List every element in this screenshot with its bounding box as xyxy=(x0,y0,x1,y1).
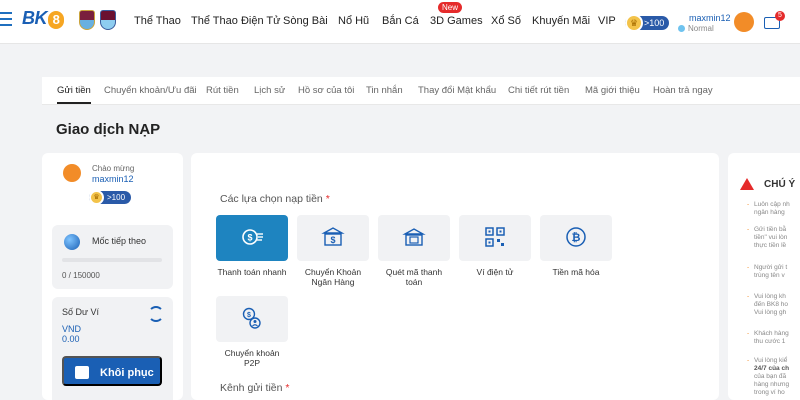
qr-wallet-icon xyxy=(485,227,505,247)
restore-button[interactable]: Khôi phục xyxy=(62,356,162,386)
crown-icon: ♛ xyxy=(89,190,104,205)
tab-messages[interactable]: Tin nhắn xyxy=(366,85,403,96)
nav-vip[interactable]: VIP xyxy=(598,15,616,27)
top-navbar: BK 8 Thể Thao Thể Thao Điện Tử Sòng Bài N… xyxy=(0,0,800,44)
method-e-wallet[interactable]: Ví điện tử xyxy=(459,215,531,277)
user-avatar-icon[interactable] xyxy=(734,12,754,32)
milestone-progress-bar xyxy=(62,258,162,262)
svg-text:$: $ xyxy=(247,312,251,319)
svg-text:$: $ xyxy=(247,233,252,243)
status-dot-icon xyxy=(678,25,685,32)
svg-text:$: $ xyxy=(330,235,335,245)
notice-item: Gửi tiền bằtiền" vui lònthực tiền lề xyxy=(747,226,800,250)
nav-slots[interactable]: Nổ Hũ xyxy=(338,15,369,27)
method-bank-transfer[interactable]: $ Chuyển Khoản Ngân Hàng xyxy=(297,215,369,287)
bitcoin-icon: ₿ xyxy=(566,227,586,247)
tab-instant-rebate[interactable]: Hoàn trả ngay xyxy=(653,85,713,96)
brand-logo[interactable]: BK 8 xyxy=(22,8,64,29)
nav-promotions[interactable]: Khuyến Mãi xyxy=(532,15,590,27)
tab-withdraw[interactable]: Rút tiền xyxy=(206,85,239,96)
vip-level-chip[interactable]: ♛ >100 xyxy=(89,190,131,205)
nav-esports[interactable]: Thể Thao Điện Tử xyxy=(191,15,281,27)
header-user-level: Normal xyxy=(678,24,714,33)
method-p2p-transfer[interactable]: $ Chuyển khoản P2P xyxy=(216,296,288,368)
user-avatar-icon xyxy=(63,164,81,182)
notice-title: CHÚ Ý xyxy=(764,179,796,190)
globe-icon xyxy=(64,234,80,250)
crown-icon: ♛ xyxy=(625,14,643,32)
svg-text:₿: ₿ xyxy=(572,232,581,244)
nav-fishing[interactable]: Bắn Cá xyxy=(382,15,419,27)
sidebar-username: maxmin12 xyxy=(92,174,134,184)
wallet-amount: 0.00 xyxy=(62,334,80,344)
welcome-label: Chào mừng xyxy=(92,164,135,173)
nav-3d-games[interactable]: 3D Games xyxy=(430,15,483,27)
tab-history[interactable]: Lịch sử xyxy=(254,85,285,96)
wallet-currency: VND xyxy=(62,324,82,334)
header-username[interactable]: maxmin12 xyxy=(689,13,731,23)
club-crest-icon xyxy=(79,10,95,30)
bank-transfer-icon: $ xyxy=(321,227,345,246)
wallet-card: Số Dư Ví VND 0.00 Khôi phục xyxy=(52,297,173,400)
method-scan-pay[interactable]: Quét mã thanh toán xyxy=(378,215,450,287)
club-crest-icon xyxy=(100,10,116,30)
method-crypto[interactable]: ₿ Tiền mã hóa xyxy=(540,215,612,277)
mail-count-badge: 5 xyxy=(775,11,785,21)
notice-item: Vui lòng kiể24/7 của chcủa bạn đãhàng nh… xyxy=(747,357,800,397)
nav-sports[interactable]: Thể Thao xyxy=(134,15,181,27)
wallet-label: Số Dư Ví xyxy=(62,307,100,317)
method-fast-pay[interactable]: $ Thanh toán nhanh xyxy=(216,215,288,277)
deposit-options-title: Các lựa chọn nạp tiền * xyxy=(220,193,330,205)
account-tabs: Gửi tiền Chuyển khoản/Ưu đãi Rút tiền Lị… xyxy=(42,77,800,105)
page-title: Giao dịch NẠP xyxy=(56,121,161,138)
notice-item: Khách hàngthu cước 1 xyxy=(747,330,800,346)
notice-item: Luôn cập nhngân hàng xyxy=(747,201,800,217)
vip-level-chip[interactable]: ♛ >100 xyxy=(625,14,669,32)
warning-icon xyxy=(740,178,754,190)
tab-my-profile[interactable]: Hồ sơ của tôi xyxy=(298,85,354,96)
milestone-card: Mốc tiếp theo 0 / 150000 xyxy=(52,225,173,289)
wallet-icon xyxy=(75,366,89,379)
deposit-panel: Các lựa chọn nạp tiền * $ Thanh toán nha… xyxy=(191,153,719,400)
milestone-value: 0 / 150000 xyxy=(62,271,100,280)
milestone-label: Mốc tiếp theo xyxy=(92,236,147,246)
p2p-transfer-icon: $ xyxy=(242,307,261,329)
notice-item: Vui lòng khđến BK8 hoVui lòng gh xyxy=(747,293,800,317)
tab-referral-code[interactable]: Mã giới thiệu xyxy=(585,85,640,96)
tab-transfer-promo[interactable]: Chuyển khoản/Ưu đãi xyxy=(104,85,197,96)
tab-deposit[interactable]: Gửi tiền xyxy=(57,85,91,104)
deposit-channel-title: Kênh gửi tiền * xyxy=(220,382,290,394)
notice-item: Người gửi ttrùng tên v xyxy=(747,264,800,280)
tab-withdraw-details[interactable]: Chi tiết rút tiền xyxy=(508,85,569,96)
notice-panel: CHÚ Ý Luôn cập nhngân hàng Gửi tiền bằti… xyxy=(728,153,800,400)
scan-pay-icon xyxy=(402,228,426,246)
menu-icon[interactable] xyxy=(0,12,12,26)
account-sidebar: Chào mừng maxmin12 ♛ >100 Mốc tiếp theo … xyxy=(42,153,183,400)
new-badge: New xyxy=(438,2,463,13)
tab-change-password[interactable]: Thay đổi Mật khẩu xyxy=(418,85,496,96)
nav-casino[interactable]: Sòng Bài xyxy=(283,15,328,27)
fast-pay-icon: $ xyxy=(242,229,263,245)
refresh-icon[interactable] xyxy=(148,306,164,322)
nav-lottery[interactable]: Xổ Số xyxy=(491,15,521,27)
